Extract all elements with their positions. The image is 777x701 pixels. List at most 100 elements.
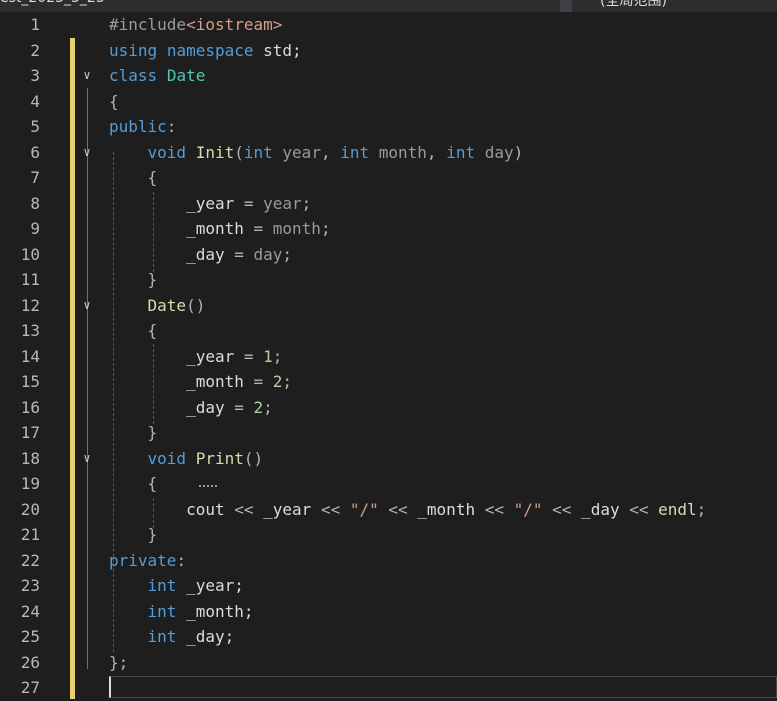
code-token: Date bbox=[147, 295, 187, 315]
code-line[interactable]: 11 } bbox=[0, 267, 777, 293]
code-token: int bbox=[147, 627, 177, 646]
code-token: int bbox=[243, 142, 273, 162]
code-line[interactable]: 2 using namespace std; bbox=[0, 38, 777, 64]
code-text[interactable]: _month = 2; bbox=[109, 369, 292, 395]
file-tab[interactable]: est_2023_3_23 bbox=[0, 0, 105, 6]
code-editor[interactable]: 1 #include<iostream> 2 using namespace std;… bbox=[0, 12, 777, 699]
fold-toggle-icon[interactable]: ∨ bbox=[80, 63, 94, 89]
code-token: 1 bbox=[263, 346, 273, 366]
line-number: 23 bbox=[20, 576, 40, 595]
code-text[interactable]: _year = year; bbox=[109, 191, 311, 217]
code-token: = bbox=[243, 346, 264, 366]
code-text[interactable]: int _month; bbox=[109, 599, 254, 625]
dropdown-separator bbox=[560, 0, 572, 12]
fold-toggle-icon[interactable]: ∨ bbox=[80, 446, 94, 472]
line-number: 9 bbox=[30, 219, 40, 238]
code-line[interactable]: 21 } bbox=[0, 522, 777, 548]
code-text[interactable]: public: bbox=[109, 114, 176, 140]
code-token: : bbox=[166, 117, 177, 136]
code-text[interactable]: { bbox=[109, 165, 158, 191]
code-text[interactable]: _year = 1; bbox=[109, 344, 282, 370]
fold-toggle-icon[interactable]: ∨ bbox=[80, 293, 94, 319]
code-token: public bbox=[109, 117, 167, 136]
code-token: int bbox=[446, 142, 476, 162]
code-line[interactable]: 17 } bbox=[0, 420, 777, 446]
fold-toggle-icon[interactable]: ∨ bbox=[80, 140, 94, 166]
code-token: << bbox=[484, 499, 514, 519]
code-token: endl bbox=[658, 499, 697, 519]
code-line[interactable]: 19 { bbox=[0, 471, 777, 497]
code-token: ; bbox=[282, 372, 293, 391]
code-text[interactable]: #include<iostream> bbox=[109, 12, 282, 38]
code-token: Print bbox=[195, 448, 244, 468]
code-line[interactable]: 7 { bbox=[0, 165, 777, 191]
code-text[interactable]: int _year; bbox=[109, 573, 244, 599]
code-text[interactable]: _month = month; bbox=[109, 216, 331, 242]
code-line[interactable]: 24 int _month; bbox=[0, 599, 777, 625]
code-line[interactable]: 8 _year = year; bbox=[0, 191, 777, 217]
code-text[interactable]: { bbox=[109, 318, 158, 344]
code-token: { bbox=[109, 91, 119, 111]
code-token: << bbox=[542, 499, 582, 519]
code-line[interactable]: 12 ∨ Date() bbox=[0, 293, 777, 319]
code-text[interactable]: void Print() bbox=[109, 446, 264, 472]
code-line[interactable]: 26}; bbox=[0, 650, 777, 676]
code-text[interactable]: class Date bbox=[109, 63, 205, 89]
code-line[interactable]: 10 _day = day; bbox=[0, 242, 777, 268]
code-text[interactable]: } bbox=[109, 420, 158, 446]
code-token: << bbox=[629, 499, 659, 519]
code-line[interactable]: 13 { bbox=[0, 318, 777, 344]
code-line[interactable]: 14 _year = 1; bbox=[0, 344, 777, 370]
code-token: <iostream> bbox=[186, 15, 283, 34]
scope-dropdown[interactable]: (全局范围) bbox=[600, 0, 667, 10]
code-line[interactable]: 9 _month = month; bbox=[0, 216, 777, 242]
code-text[interactable]: } bbox=[109, 522, 158, 548]
code-line[interactable]: 25 int _day; bbox=[0, 624, 777, 650]
code-line[interactable]: 16 _day = 2; bbox=[0, 395, 777, 421]
code-line[interactable]: 23 int _year; bbox=[0, 573, 777, 599]
code-text[interactable]: { bbox=[109, 471, 158, 497]
code-text[interactable]: void Init(int year, int month, int day) bbox=[109, 140, 524, 166]
code-token: () bbox=[186, 295, 206, 315]
code-token: ; bbox=[696, 499, 707, 519]
code-token: = bbox=[234, 244, 254, 264]
line-number: 25 bbox=[20, 627, 40, 646]
code-text[interactable]: cout << _year << "/" << _month << "/" <<… bbox=[109, 497, 706, 523]
line-number: 10 bbox=[20, 244, 40, 264]
code-token: } bbox=[147, 423, 158, 442]
code-line[interactable]: 1 #include<iostream> bbox=[0, 12, 777, 38]
code-text[interactable]: int _day; bbox=[109, 624, 235, 650]
code-text[interactable]: _day = day; bbox=[109, 242, 292, 268]
line-number: 15 bbox=[20, 372, 40, 391]
code-token: = bbox=[243, 193, 264, 213]
code-text[interactable]: } bbox=[109, 267, 158, 293]
code-text[interactable]: _day = 2; bbox=[109, 395, 273, 421]
code-line[interactable]: 3 ∨ class Date bbox=[0, 63, 777, 89]
code-token: _year bbox=[109, 346, 244, 366]
code-line[interactable]: 6 ∨ void Init(int year, int month, int da… bbox=[0, 140, 777, 166]
code-text[interactable]: Date() bbox=[109, 293, 206, 319]
code-text[interactable]: }; bbox=[109, 650, 128, 676]
code-token: void bbox=[147, 448, 187, 468]
code-text[interactable]: private: bbox=[109, 548, 186, 574]
line-number: 5 bbox=[30, 117, 40, 136]
line-number: 12 bbox=[20, 295, 40, 315]
code-line[interactable]: 27 bbox=[0, 675, 777, 701]
code-line[interactable]: 5 public: bbox=[0, 114, 777, 140]
code-line[interactable]: 15 _month = 2; bbox=[0, 369, 777, 395]
code-token: private bbox=[109, 550, 177, 570]
line-number: 16 bbox=[20, 397, 40, 417]
code-token: month bbox=[369, 142, 427, 162]
code-line[interactable]: 18 ∨ void Print() bbox=[0, 446, 777, 472]
code-line[interactable]: 20 cout << _year << "/" << _month << "/"… bbox=[0, 497, 777, 523]
code-text[interactable]: using namespace std; bbox=[109, 38, 302, 64]
code-line[interactable]: 22 private: bbox=[0, 548, 777, 574]
code-token: class bbox=[109, 66, 158, 85]
code-text[interactable]: { bbox=[109, 89, 119, 115]
code-line[interactable]: 4{ bbox=[0, 89, 777, 115]
code-token: = bbox=[253, 372, 273, 391]
line-number: 17 bbox=[20, 423, 40, 442]
